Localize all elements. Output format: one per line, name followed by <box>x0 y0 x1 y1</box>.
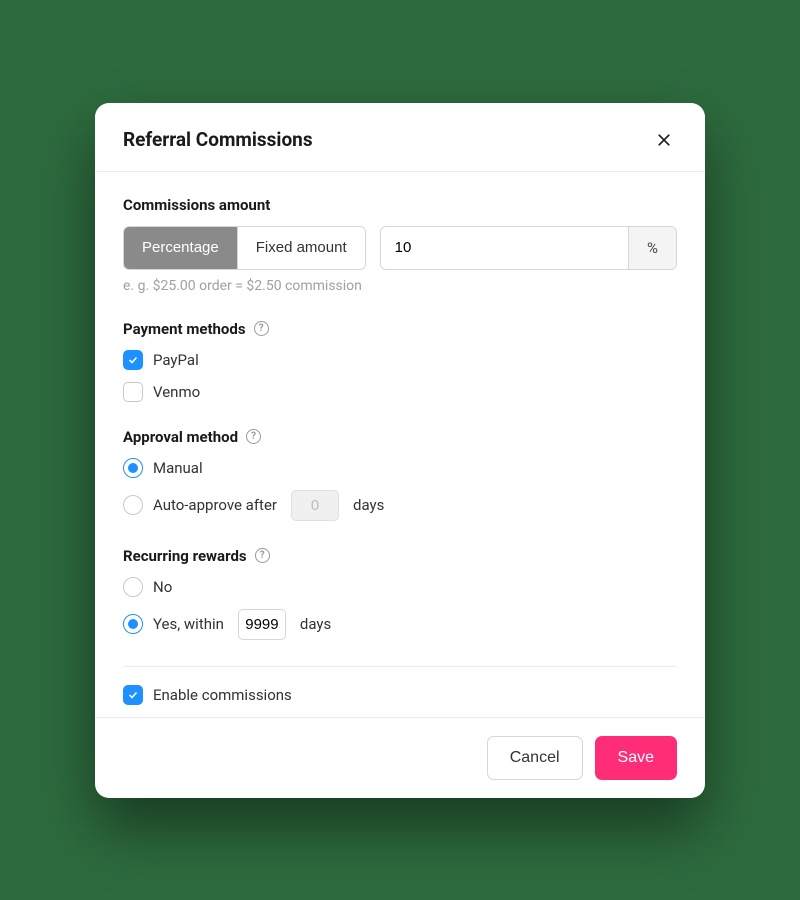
save-button[interactable]: Save <box>595 736 677 780</box>
commission-amount-input[interactable] <box>381 227 628 269</box>
recurring-rewards-label: Recurring rewards ? <box>123 547 677 565</box>
commission-amount-input-wrap: % <box>380 226 677 270</box>
section-recurring-rewards: Recurring rewards ? No Yes, within days <box>123 547 677 640</box>
auto-approve-suffix: days <box>353 496 384 514</box>
commission-unit: % <box>628 227 676 269</box>
approval-method-label-text: Approval method <box>123 428 238 446</box>
modal-body: Commissions amount Percentage Fixed amou… <box>95 172 705 717</box>
checkbox-venmo[interactable] <box>123 382 143 402</box>
modal-footer: Cancel Save <box>95 717 705 798</box>
auto-approve-prefix: Auto-approve after <box>153 496 277 514</box>
modal-title: Referral Commissions <box>123 128 313 151</box>
help-icon[interactable]: ? <box>246 429 261 444</box>
help-icon[interactable]: ? <box>254 321 269 336</box>
commissions-amount-row: Percentage Fixed amount % <box>123 226 677 270</box>
enable-commissions-label: Enable commissions <box>153 686 292 704</box>
manual-label: Manual <box>153 459 203 477</box>
venmo-label: Venmo <box>153 383 200 401</box>
check-icon <box>127 354 139 366</box>
recurring-no-label: No <box>153 578 172 596</box>
enable-commissions-row[interactable]: Enable commissions <box>123 685 677 705</box>
modal-header: Referral Commissions <box>95 103 705 172</box>
section-payment-methods: Payment methods ? PayPal Venmo <box>123 320 677 402</box>
close-icon <box>655 131 673 149</box>
recurring-rewards-label-text: Recurring rewards <box>123 547 247 565</box>
commissions-amount-label: Commissions amount <box>123 196 677 214</box>
referral-commissions-modal: Referral Commissions Commissions amount … <box>95 103 705 798</box>
commission-hint: e. g. $25.00 order = $2.50 commission <box>123 278 677 294</box>
radio-manual[interactable] <box>123 458 143 478</box>
recurring-option-no[interactable]: No <box>123 577 677 597</box>
tab-fixed-amount[interactable]: Fixed amount <box>237 227 365 269</box>
cancel-button[interactable]: Cancel <box>487 736 583 780</box>
section-commissions-amount: Commissions amount Percentage Fixed amou… <box>123 196 677 294</box>
help-icon[interactable]: ? <box>255 548 270 563</box>
payment-methods-label-text: Payment methods <box>123 320 246 338</box>
recurring-days-input[interactable] <box>238 609 286 640</box>
payment-option-paypal[interactable]: PayPal <box>123 350 677 370</box>
recurring-yes-prefix: Yes, within <box>153 615 224 633</box>
check-icon <box>127 689 139 701</box>
divider <box>123 666 677 667</box>
close-button[interactable] <box>651 127 677 153</box>
tab-percentage[interactable]: Percentage <box>124 227 237 269</box>
radio-auto-approve[interactable] <box>123 495 143 515</box>
section-approval-method: Approval method ? Manual Auto-approve af… <box>123 428 677 521</box>
paypal-label: PayPal <box>153 351 199 369</box>
recurring-yes-suffix: days <box>300 615 331 633</box>
approval-method-label: Approval method ? <box>123 428 677 446</box>
auto-approve-days-input <box>291 490 339 521</box>
commission-type-segmented: Percentage Fixed amount <box>123 226 366 270</box>
radio-recurring-yes[interactable] <box>123 614 143 634</box>
checkbox-paypal[interactable] <box>123 350 143 370</box>
checkbox-enable-commissions[interactable] <box>123 685 143 705</box>
payment-methods-label: Payment methods ? <box>123 320 677 338</box>
radio-recurring-no[interactable] <box>123 577 143 597</box>
approval-option-auto[interactable]: Auto-approve after days <box>123 490 677 521</box>
recurring-option-yes[interactable]: Yes, within days <box>123 609 677 640</box>
approval-option-manual[interactable]: Manual <box>123 458 677 478</box>
payment-option-venmo[interactable]: Venmo <box>123 382 677 402</box>
